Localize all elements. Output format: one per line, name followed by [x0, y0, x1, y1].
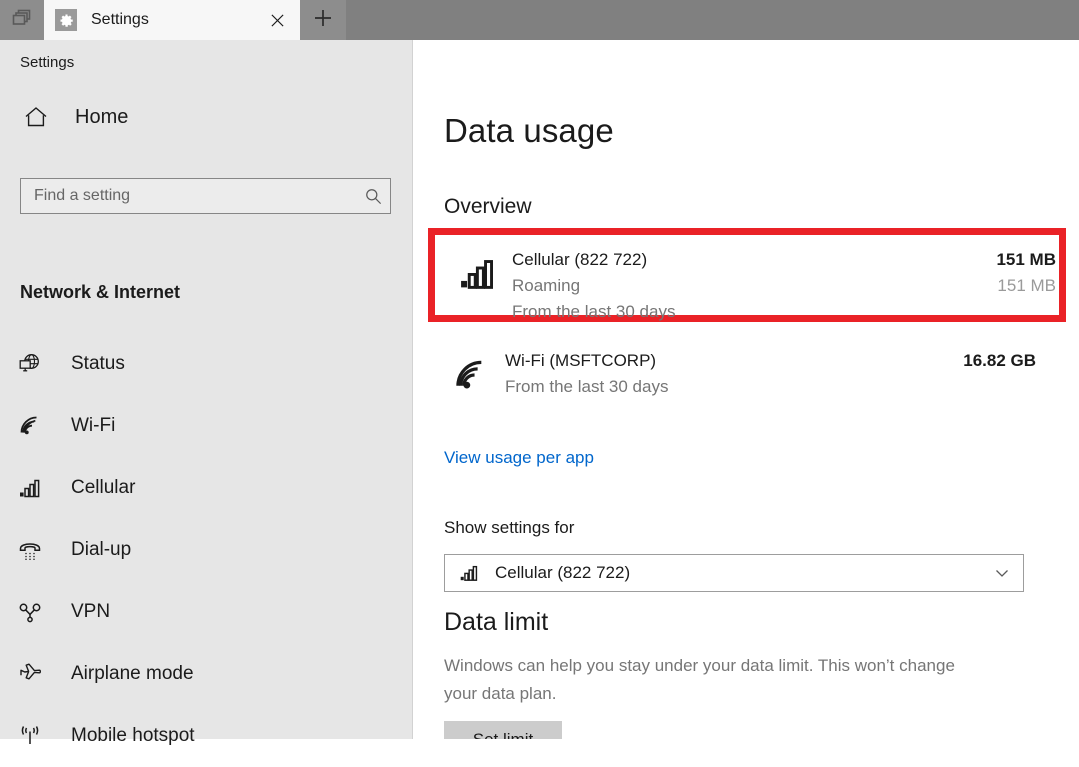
cellular-usage-highlight: Cellular (822 722) Roaming From the last…: [428, 228, 1066, 322]
sidebar-group-title: Network & Internet: [20, 282, 181, 302]
page-title: Data usage: [444, 112, 614, 149]
search-input[interactable]: [21, 187, 356, 205]
sidebar-item-home[interactable]: Home: [0, 95, 412, 139]
titlebar: Settings: [0, 0, 1079, 40]
stacked-windows-icon: [12, 8, 32, 33]
usage-text-block: Cellular (822 722) Roaming From the last…: [512, 247, 996, 325]
sidebar-item-mobile-hotspot[interactable]: Mobile hotspot: [0, 705, 412, 767]
sidebar-item-mobile-hotspot-label: Mobile hotspot: [71, 725, 195, 746]
usage-row-cellular[interactable]: Cellular (822 722) Roaming From the last…: [456, 242, 1056, 322]
usage-subtitle-roaming: Roaming: [512, 276, 581, 295]
sidebar-item-home-label: Home: [75, 105, 129, 128]
usage-amount-block: 151 MB 151 MB: [996, 247, 1056, 299]
sidebar-item-cellular[interactable]: Cellular: [0, 457, 412, 519]
airplane-icon: [14, 658, 46, 690]
sidebar-nav-list: Status Wi-Fi Cellular Dial-up VPN Airpla…: [0, 333, 412, 767]
usage-text-block: Wi-Fi (MSFTCORP) From the last 30 days: [505, 348, 963, 400]
search-icon[interactable]: [356, 179, 390, 213]
wifi-icon: [14, 410, 46, 442]
hotspot-broadcast-icon: [14, 720, 46, 752]
wifi-icon: [449, 353, 493, 397]
cellular-bars-icon: [456, 252, 500, 296]
usage-amount-roaming: 151 MB: [997, 276, 1056, 295]
overview-heading: Overview: [444, 195, 532, 218]
usage-name: Cellular (822 722): [512, 250, 648, 269]
sidebar-item-dialup[interactable]: Dial-up: [0, 519, 412, 581]
chevron-down-icon[interactable]: [985, 556, 1019, 590]
usage-row-wifi[interactable]: Wi-Fi (MSFTCORP) From the last 30 days 1…: [449, 343, 1036, 400]
usage-subtitle-period: From the last 30 days: [512, 302, 676, 321]
search-box[interactable]: [20, 178, 391, 214]
sidebar-item-vpn[interactable]: VPN: [0, 581, 412, 643]
sidebar-item-airplane-mode-label: Airplane mode: [71, 663, 194, 684]
sidebar-item-cellular-label: Cellular: [71, 477, 136, 498]
data-limit-heading: Data limit: [444, 608, 549, 636]
usage-name: Wi-Fi (MSFTCORP): [505, 351, 657, 370]
sidebar-item-wifi-label: Wi-Fi: [71, 415, 116, 436]
gear-icon: [55, 9, 77, 31]
plus-icon: [313, 8, 333, 33]
breadcrumb: Settings: [20, 54, 75, 71]
data-limit-description: Windows can help you stay under your dat…: [444, 656, 955, 703]
main-content: Data usage Overview Cellular (822 722) R…: [414, 40, 1079, 739]
sidebar-item-status[interactable]: Status: [0, 333, 412, 395]
globe-monitor-icon: [14, 348, 46, 380]
show-settings-for-label: Show settings for: [444, 518, 575, 537]
set-limit-button[interactable]: Set limit: [444, 721, 562, 739]
usage-amount-total: 151 MB: [996, 250, 1056, 269]
usage-amount-total: 16.82 GB: [963, 351, 1036, 370]
sidebar: Settings Home Network & Internet: [0, 40, 413, 746]
sidebar-item-status-label: Status: [71, 353, 125, 374]
new-tab-button[interactable]: [300, 0, 346, 40]
cellular-bars-icon: [14, 472, 46, 504]
usage-subtitle-period: From the last 30 days: [505, 377, 669, 396]
tab-settings[interactable]: Settings: [44, 0, 300, 40]
dropdown-selected-value: Cellular (822 722): [495, 563, 631, 582]
cellular-bars-icon: [456, 559, 484, 587]
phone-handset-icon: [14, 534, 46, 566]
usage-amount-block: 16.82 GB: [963, 348, 1036, 374]
close-icon[interactable]: [262, 5, 292, 35]
sidebar-item-dialup-label: Dial-up: [71, 539, 132, 560]
view-usage-per-app-link[interactable]: View usage per app: [444, 448, 594, 468]
show-settings-for-dropdown[interactable]: Cellular (822 722): [444, 554, 1024, 592]
sidebar-item-wifi[interactable]: Wi-Fi: [0, 395, 412, 457]
vpn-key-icon: [14, 596, 46, 628]
tab-list-button[interactable]: [0, 0, 44, 40]
sidebar-item-vpn-label: VPN: [71, 601, 111, 622]
home-icon: [20, 101, 52, 133]
tab-title: Settings: [91, 11, 149, 28]
sidebar-item-airplane-mode[interactable]: Airplane mode: [0, 643, 412, 705]
